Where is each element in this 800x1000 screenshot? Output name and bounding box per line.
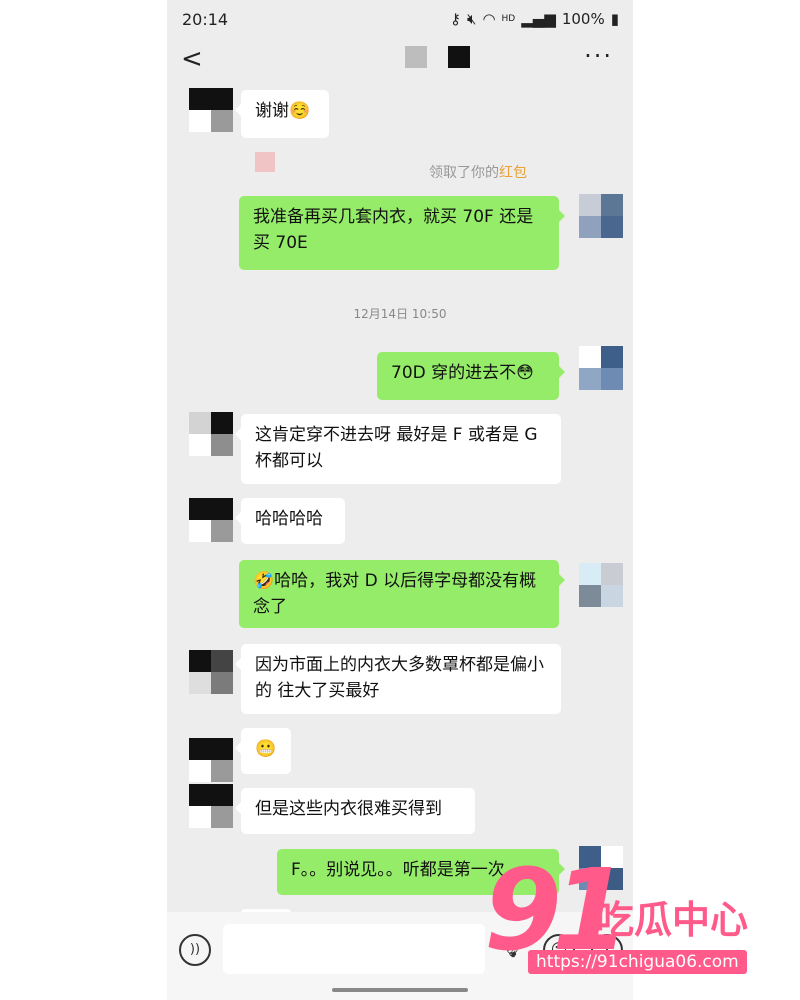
message-bubble-received[interactable]: 但是这些内衣很难买得到: [235, 788, 475, 834]
contact-avatar[interactable]: [189, 498, 233, 542]
signal-icon: ▂▄▆: [521, 10, 556, 28]
message-bubble-sent[interactable]: 我准备再买几套内衣，就买 70F 还是买 70E: [239, 196, 565, 270]
home-indicator[interactable]: [332, 988, 468, 992]
status-icons: ⚷ 🔇︎ ◠ HD ▂▄▆ 100% ▮: [450, 10, 619, 28]
message-bubble-received[interactable]: 😬: [235, 728, 291, 774]
contact-avatar[interactable]: [189, 412, 233, 456]
message-bubble-received[interactable]: 谢谢☺️: [235, 90, 329, 138]
status-time: 20:14: [182, 10, 229, 29]
redpacket-link[interactable]: 红包: [499, 165, 527, 181]
wifi-icon: ◠: [482, 10, 496, 28]
chat-title-redacted: [405, 46, 427, 68]
key-icon: ⚷: [449, 10, 461, 28]
message-bubble-received[interactable]: 因为市面上的内衣大多数罩杯都是偏小的 往大了买最好: [235, 644, 561, 714]
contact-avatar[interactable]: [189, 738, 233, 782]
redpacket-notice-text: 领取了你的: [429, 165, 499, 181]
mute-icon: 🔇︎: [466, 10, 477, 28]
voice-input-button[interactable]: )): [179, 934, 211, 966]
contact-avatar[interactable]: [189, 650, 233, 694]
message-input[interactable]: [223, 924, 485, 974]
message-bubble-received[interactable]: 这肯定穿不进去呀 最好是 F 或者是 G杯都可以: [235, 414, 561, 484]
watermark-title: 吃瓜中心: [596, 898, 749, 942]
message-bubble-sent[interactable]: 🤣哈哈，我对 D 以后得字母都没有概念了: [239, 560, 565, 628]
battery-icon: ▮: [610, 10, 619, 28]
back-button[interactable]: <: [181, 44, 203, 74]
redpacket-notice: 领取了你的红包: [429, 162, 527, 182]
more-options-button[interactable]: ···: [584, 42, 613, 70]
battery-level: 100%: [561, 10, 605, 28]
message-bubble-received[interactable]: 哈哈哈哈: [235, 498, 345, 544]
my-avatar[interactable]: [579, 563, 623, 607]
contact-avatar[interactable]: [189, 88, 233, 132]
message-bubble-sent[interactable]: 70D 穿的进去不😳: [377, 352, 565, 400]
hd-icon: HD: [501, 14, 516, 24]
watermark-url: https://91chigua06.com: [528, 950, 747, 974]
status-bar: 20:14 ⚷ 🔇︎ ◠ HD ▂▄▆ 100% ▮: [167, 0, 633, 40]
contact-avatar[interactable]: [189, 784, 233, 828]
redpacket-sender-redacted: [255, 152, 275, 172]
chat-title-redacted-2: [448, 46, 470, 68]
chat-header: < ···: [167, 40, 633, 80]
chat-timestamp: 12月14日 10:50: [353, 307, 447, 321]
my-avatar[interactable]: [579, 346, 623, 390]
my-avatar[interactable]: [579, 194, 623, 238]
